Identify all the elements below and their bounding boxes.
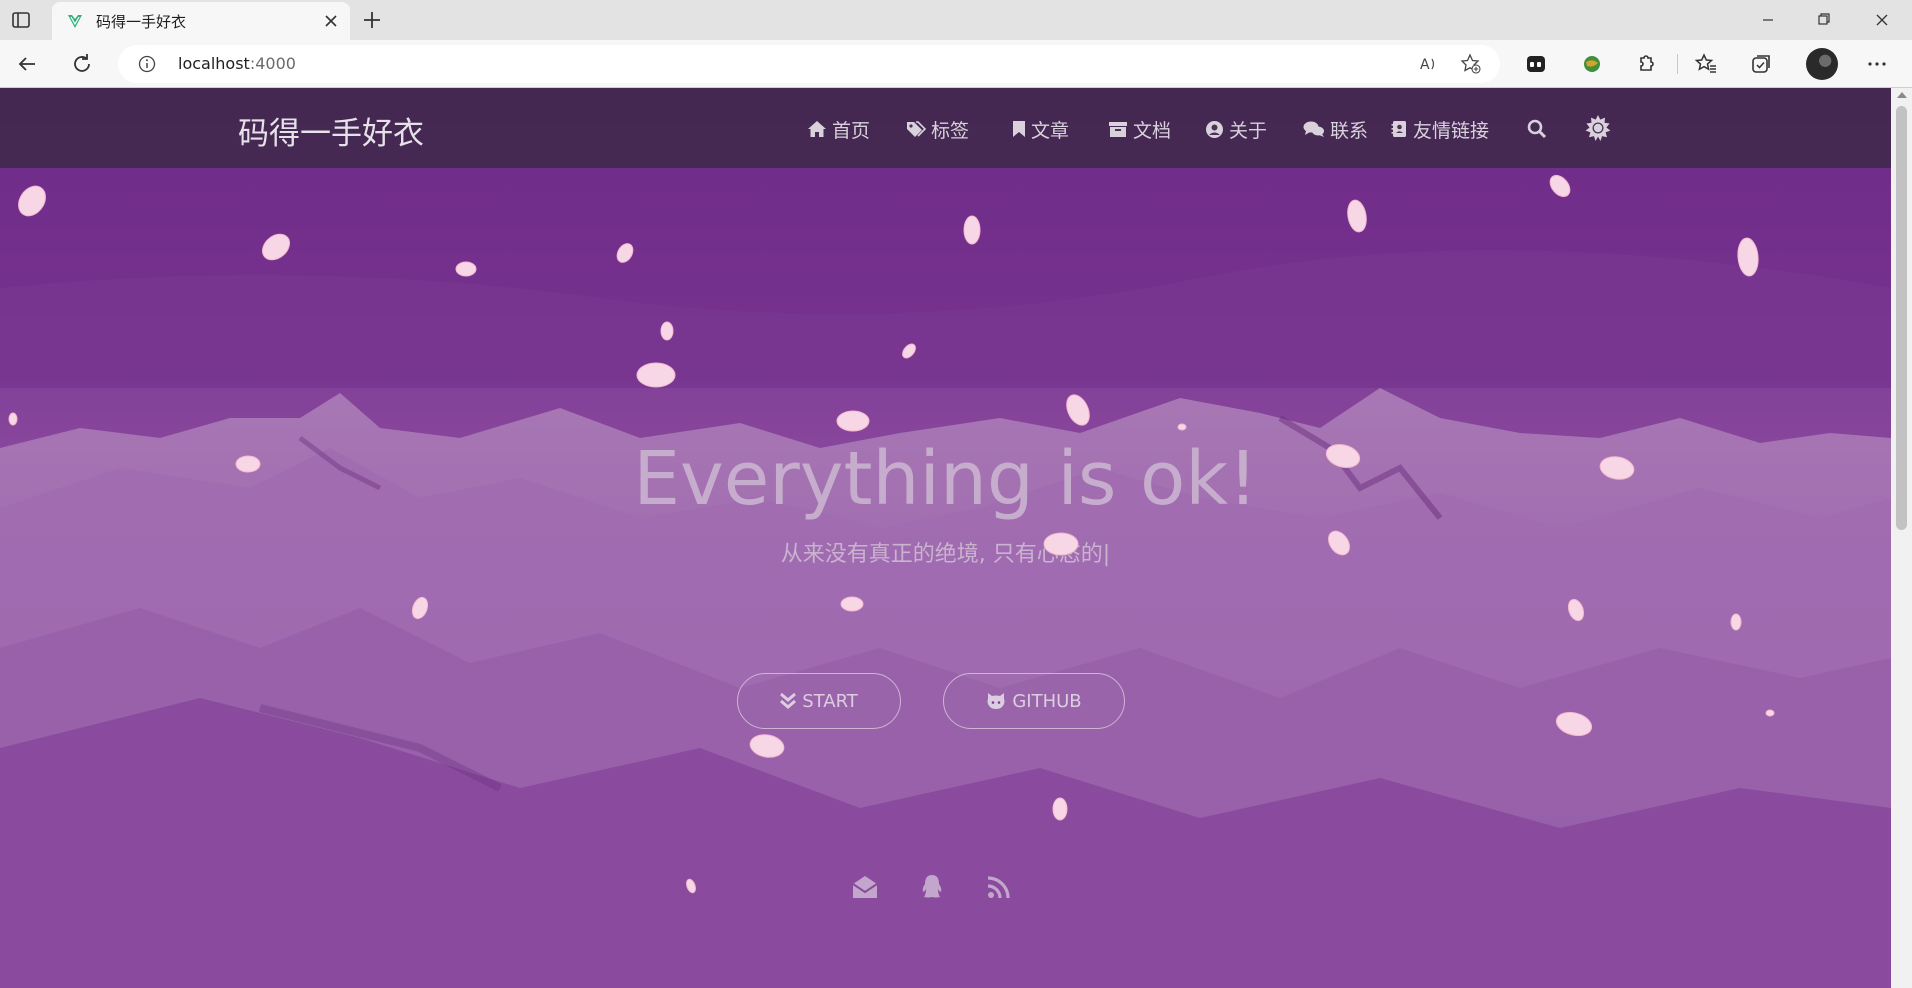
refresh-icon[interactable] — [68, 50, 96, 78]
nav-item-contact[interactable]: 联系 — [1303, 116, 1368, 142]
github-button[interactable]: GITHUB — [943, 673, 1125, 729]
hero-subtitle-text: 从来没有真正的绝境, 只有心态的 — [780, 542, 1103, 567]
site-info-icon[interactable] — [138, 55, 156, 73]
browser-toolbar: localhost:4000 A — [0, 40, 1912, 88]
tab-actions-icon[interactable] — [10, 9, 32, 31]
toolbar-divider — [1677, 54, 1678, 74]
extension-globe-icon[interactable] — [1578, 50, 1606, 78]
double-chevron-down-icon — [780, 692, 797, 709]
github-icon — [987, 693, 1005, 709]
typing-caret: | — [1102, 542, 1111, 567]
nav-label-friend-links: 友情链接 — [1413, 119, 1490, 142]
scrollbar-thumb[interactable] — [1896, 106, 1907, 530]
favorites-icon[interactable] — [1692, 50, 1720, 78]
nav-item-home[interactable]: 首页 — [807, 116, 870, 142]
nav-item-tags[interactable]: 标签 — [906, 116, 969, 142]
restore-icon[interactable] — [1802, 6, 1846, 34]
back-arrow-icon[interactable] — [13, 50, 41, 78]
nav-label-articles: 文章 — [1031, 119, 1070, 142]
read-aloud-icon[interactable]: A — [1418, 53, 1440, 75]
url-host: localhost — [178, 54, 250, 73]
new-tab-icon[interactable] — [360, 8, 384, 32]
tags-icon — [907, 121, 926, 137]
archive-icon — [1109, 122, 1127, 137]
start-button[interactable]: START — [737, 673, 901, 729]
hero-title: Everything is ok! — [633, 436, 1258, 522]
home-icon — [808, 121, 826, 137]
browser-tabstrip: 码得一手好衣 — [0, 0, 1912, 40]
envelope-open-icon[interactable] — [851, 873, 879, 901]
nav-label-home: 首页 — [832, 119, 871, 142]
search-icon[interactable] — [1527, 119, 1547, 139]
qq-penguin-icon[interactable] — [918, 873, 946, 901]
nav-item-articles[interactable]: 文章 — [1012, 116, 1069, 142]
url-port: :4000 — [249, 54, 296, 73]
nav-item-friend-links[interactable]: 友情链接 — [1391, 116, 1489, 142]
profile-avatar[interactable] — [1806, 48, 1838, 80]
nav-label-docs: 文档 — [1133, 119, 1172, 142]
nav-label-tags: 标签 — [931, 119, 970, 142]
site-favicon-icon — [68, 15, 82, 28]
tab-title: 码得一手好衣 — [96, 13, 187, 31]
collections-icon[interactable] — [1747, 50, 1775, 78]
nav-item-docs[interactable]: 文档 — [1108, 116, 1171, 142]
comments-icon — [1303, 121, 1324, 137]
site-navbar: 码得一手好衣 首页 标签 文章 文档 关于 联系 友情链接 — [0, 88, 1891, 168]
nav-item-about[interactable]: 关于 — [1205, 116, 1267, 142]
site-brand[interactable]: 码得一手好衣 — [238, 108, 424, 153]
page-viewport: 码得一手好衣 首页 标签 文章 文档 关于 联系 友情链接 Everything… — [0, 88, 1891, 988]
browser-tab-active[interactable]: 码得一手好衣 — [52, 2, 350, 40]
github-button-label: GITHUB — [1012, 690, 1082, 712]
address-bar[interactable]: localhost:4000 A — [118, 45, 1500, 83]
user-circle-icon — [1206, 120, 1223, 138]
minimize-icon[interactable] — [1746, 6, 1790, 34]
extension-tabs-icon[interactable] — [1522, 50, 1550, 78]
address-book-icon — [1391, 121, 1406, 137]
nav-label-about: 关于 — [1229, 119, 1268, 142]
bookmark-icon — [1013, 121, 1025, 137]
page-scrollbar[interactable] — [1891, 88, 1912, 988]
add-favorite-icon[interactable] — [1460, 53, 1482, 75]
rss-icon[interactable] — [985, 873, 1013, 901]
extensions-puzzle-icon[interactable] — [1632, 50, 1660, 78]
url-text[interactable]: localhost:4000 — [178, 54, 296, 73]
scroll-up-arrow-icon[interactable] — [1897, 92, 1907, 98]
close-window-icon[interactable] — [1860, 6, 1904, 34]
theme-toggle-sun-icon[interactable] — [1584, 114, 1612, 142]
svg-text:A: A — [1420, 57, 1430, 73]
hero-subtitle: 从来没有真正的绝境, 只有心态的| — [0, 536, 1891, 568]
nav-label-contact: 联系 — [1330, 119, 1369, 142]
more-menu-icon[interactable] — [1863, 50, 1891, 78]
close-tab-icon[interactable] — [322, 12, 340, 30]
start-button-label: START — [802, 690, 858, 712]
